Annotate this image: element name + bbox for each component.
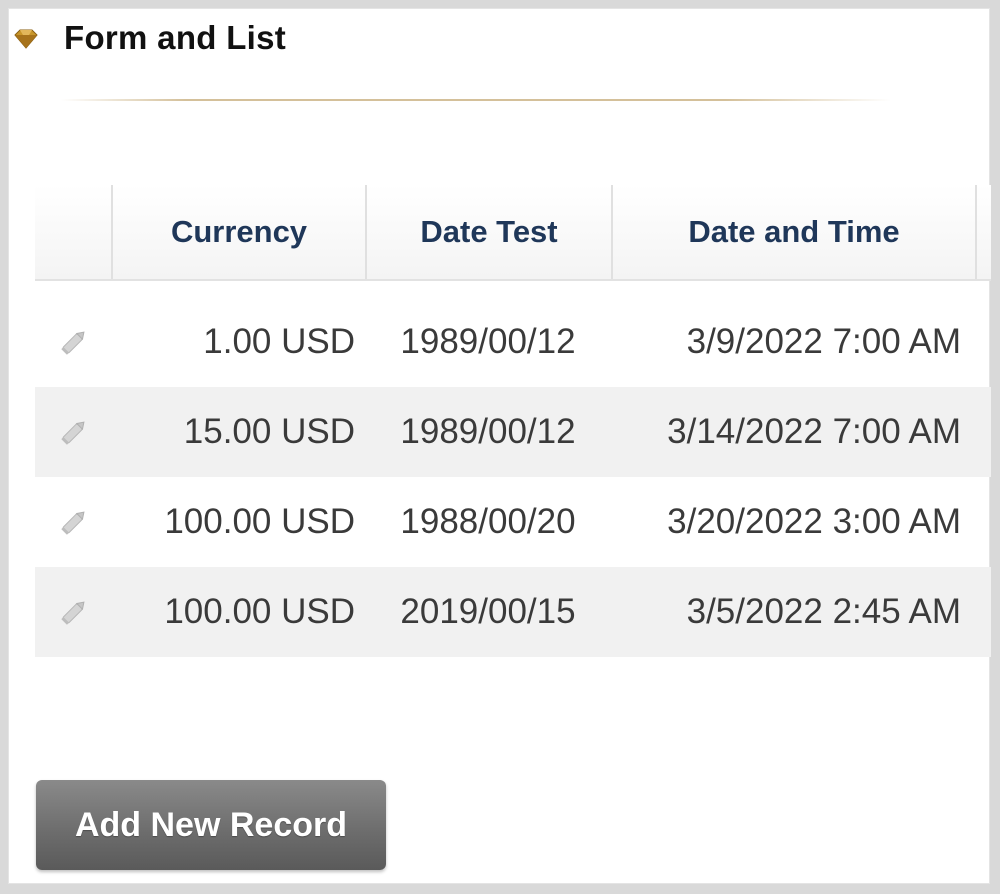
records-grid: Currency Date Test Date and Time 1.00 US… — [35, 185, 991, 657]
table-row: 100.00 USD 1988/00/20 3/20/2022 3:00 AM — [35, 477, 991, 567]
pencil-edit-icon[interactable] — [57, 595, 91, 629]
grid-header: Currency Date Test Date and Time — [35, 185, 991, 281]
currency-cell: 15.00 USD — [183, 412, 355, 451]
date-and-time-cell: 3/5/2022 2:45 AM — [686, 592, 961, 631]
currency-cell: 1.00 USD — [203, 322, 355, 361]
edit-cell[interactable] — [35, 567, 113, 657]
currency-cell: 100.00 USD — [164, 502, 355, 541]
date-and-time-cell: 3/14/2022 7:00 AM — [667, 412, 961, 451]
form-and-list-panel: Form and List Currency Date Test Date an… — [8, 8, 991, 884]
date-test-cell: 1988/00/20 — [400, 502, 576, 541]
date-test-cell: 2019/00/15 — [400, 592, 576, 631]
title-divider — [61, 99, 891, 101]
edit-cell[interactable] — [35, 297, 113, 387]
date-and-time-cell: 3/9/2022 7:00 AM — [686, 322, 961, 361]
column-header-date-test[interactable]: Date Test — [365, 185, 611, 279]
pencil-edit-icon[interactable] — [57, 325, 91, 359]
date-test-cell: 1989/00/12 — [400, 412, 576, 451]
column-header-date-and-time[interactable]: Date and Time — [611, 185, 977, 279]
column-header-currency[interactable]: Currency — [113, 185, 365, 279]
date-test-cell: 1989/00/12 — [400, 322, 576, 361]
currency-cell: 100.00 USD — [164, 592, 355, 631]
table-row: 1.00 USD 1989/00/12 3/9/2022 7:00 AM — [35, 297, 991, 387]
grid-body: 1.00 USD 1989/00/12 3/9/2022 7:00 AM 15.… — [35, 297, 991, 657]
gold-diamond-bullet-icon — [14, 29, 38, 49]
page-title: Form and List — [64, 19, 287, 56]
edit-cell[interactable] — [35, 477, 113, 567]
table-row: 100.00 USD 2019/00/15 3/5/2022 2:45 AM — [35, 567, 991, 657]
add-new-record-button[interactable]: Add New Record — [36, 780, 386, 870]
pencil-edit-icon[interactable] — [57, 415, 91, 449]
column-header-edit — [35, 185, 113, 279]
pencil-edit-icon[interactable] — [57, 505, 91, 539]
edit-cell[interactable] — [35, 387, 113, 477]
date-and-time-cell: 3/20/2022 3:00 AM — [667, 502, 961, 541]
table-row: 15.00 USD 1989/00/12 3/14/2022 7:00 AM — [35, 387, 991, 477]
